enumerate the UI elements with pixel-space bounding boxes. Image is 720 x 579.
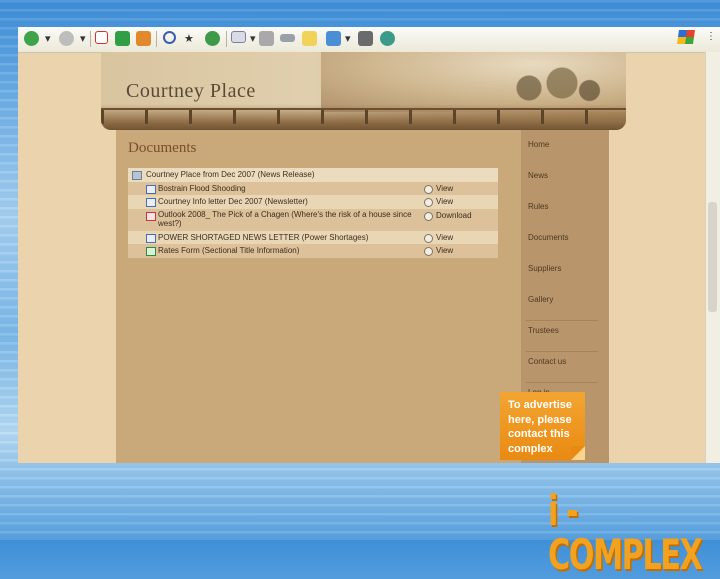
magnifier-icon	[424, 233, 433, 243]
document-name[interactable]: POWER SHORTAGED NEWS LETTER (Power Short…	[158, 231, 413, 244]
favorites-icon[interactable]: ★	[184, 31, 194, 47]
toolbar-ellipsis-icon[interactable]: ⋮	[706, 31, 716, 42]
magnifier-icon	[424, 184, 433, 194]
document-name[interactable]: Courtney Info letter Dec 2007 (Newslette…	[158, 195, 413, 208]
sidebar-item-suppliers[interactable]: Suppliers	[528, 264, 561, 273]
action-label[interactable]: View	[436, 246, 453, 255]
list-item[interactable]: Outlook 2008_ The Pick of a Chagen (Wher…	[128, 208, 498, 231]
banner-trees	[496, 58, 606, 108]
document-name[interactable]: Courtney Place from Dec 2007 (News Relea…	[146, 168, 401, 181]
nav-divider	[526, 351, 598, 352]
sidebar-item-home[interactable]: Home	[528, 140, 549, 149]
page-curl-icon	[571, 446, 585, 460]
stop-icon[interactable]	[95, 31, 108, 47]
documents-section: Documents Courtney Place from Dec 2007 (…	[128, 140, 498, 258]
windows-logo-icon	[677, 30, 695, 44]
list-item[interactable]: Courtney Info letter Dec 2007 (Newslette…	[128, 195, 498, 209]
list-item[interactable]: Bostrain Flood Shooding View	[128, 181, 498, 195]
toolbar-separator	[90, 31, 91, 47]
document-name[interactable]: Rates Form (Sectional Title Information)	[158, 244, 413, 257]
magnifier-icon	[424, 247, 433, 256]
sidebar-item-documents[interactable]: Documents	[528, 233, 568, 242]
document-name[interactable]: Outlook 2008_ The Pick of a Chagen (Wher…	[158, 210, 413, 228]
magnifier-icon	[424, 211, 433, 221]
page-title: Documents	[128, 140, 197, 156]
forward-icon[interactable]	[59, 31, 74, 47]
mail-dropdown-icon[interactable]: ▾	[250, 31, 256, 47]
view-link[interactable]: View	[424, 195, 453, 208]
forward-dropdown-icon[interactable]: ▾	[80, 31, 86, 47]
people-icon[interactable]	[380, 31, 395, 47]
banner-fence	[101, 108, 626, 124]
folder-icon[interactable]	[302, 31, 317, 47]
spreadsheet-icon	[146, 247, 156, 256]
home-icon[interactable]	[136, 31, 151, 47]
brand-logo: i - COMPLEX	[548, 486, 703, 579]
research-icon[interactable]	[358, 31, 373, 47]
magnifier-icon	[424, 198, 433, 207]
edit-icon[interactable]	[280, 31, 295, 47]
nav-divider	[526, 320, 598, 321]
list-item[interactable]: Courtney Place from Dec 2007 (News Relea…	[128, 168, 498, 182]
messenger-icon[interactable]	[326, 31, 341, 47]
toolbar-separator	[156, 31, 157, 47]
sidebar-item-news[interactable]: News	[528, 171, 548, 180]
action-label[interactable]: View	[436, 233, 453, 242]
sidebar-item-contact[interactable]: Contact us	[528, 357, 566, 366]
ad-text-line: To advertise	[508, 399, 572, 411]
browser-window: ▾ ▾ ★ ▾ ▾ ⋮ Courtney Place Documents Cou…	[18, 27, 720, 463]
sidebar-item-trustees[interactable]: Trustees	[528, 326, 559, 335]
nav-divider	[526, 382, 598, 383]
folder-icon	[132, 171, 142, 180]
view-link[interactable]: View	[424, 244, 453, 257]
back-icon[interactable]	[24, 31, 39, 47]
documents-list: Courtney Place from Dec 2007 (News Relea…	[128, 168, 498, 258]
sidebar-item-gallery[interactable]: Gallery	[528, 295, 553, 304]
page-scrollbar[interactable]	[705, 52, 720, 463]
refresh-icon[interactable]	[115, 31, 130, 47]
pdf-icon	[146, 211, 156, 221]
list-item[interactable]: POWER SHORTAGED NEWS LETTER (Power Short…	[128, 230, 498, 244]
back-dropdown-icon[interactable]: ▾	[45, 31, 51, 47]
document-name[interactable]: Bostrain Flood Shooding	[158, 182, 413, 195]
browser-toolbar: ▾ ▾ ★ ▾ ▾ ⋮	[18, 27, 720, 53]
advertise-banner[interactable]: To advertise here, please contact this c…	[500, 392, 585, 460]
document-icon	[146, 233, 156, 243]
view-link[interactable]: View	[424, 231, 453, 244]
action-label[interactable]: View	[436, 197, 453, 206]
messenger-dropdown-icon[interactable]: ▾	[345, 31, 351, 47]
view-link[interactable]: View	[424, 182, 453, 195]
action-label[interactable]: Download	[436, 211, 472, 220]
list-item[interactable]: Rates Form (Sectional Title Information)…	[128, 244, 498, 258]
history-icon[interactable]	[205, 31, 220, 47]
site-title[interactable]: Courtney Place	[126, 80, 256, 103]
scrollbar-thumb[interactable]	[708, 202, 717, 312]
sidebar-item-rules[interactable]: Rules	[528, 202, 548, 211]
toolbar-separator	[226, 31, 227, 47]
site-banner: Courtney Place	[101, 52, 626, 130]
download-link[interactable]: Download	[424, 209, 472, 222]
print-icon[interactable]	[259, 31, 274, 47]
ad-text-line: here, please	[508, 413, 572, 426]
document-icon	[146, 198, 156, 207]
document-icon	[146, 184, 156, 194]
search-icon[interactable]	[163, 31, 176, 47]
ad-text-line: contact this	[508, 428, 570, 440]
action-label[interactable]: View	[436, 184, 453, 193]
mail-icon[interactable]	[231, 31, 246, 47]
